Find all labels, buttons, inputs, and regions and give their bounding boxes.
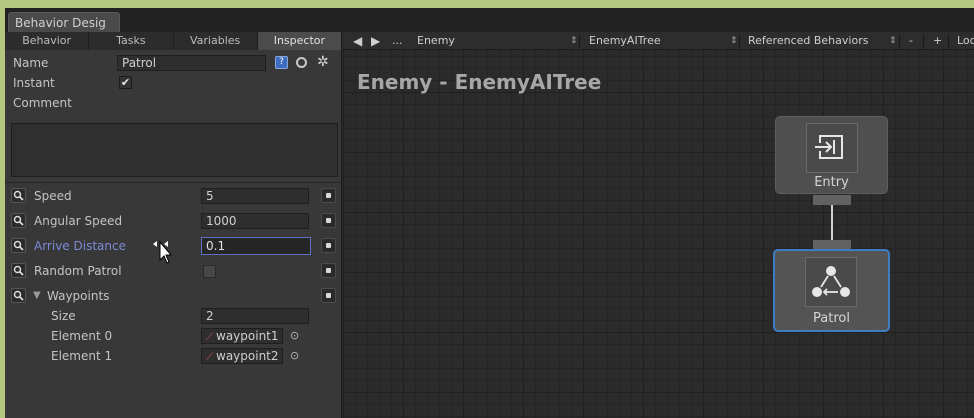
divider xyxy=(5,182,342,183)
dropdown-arrows-icon: ⇕ xyxy=(889,36,897,46)
property-row-angular-speed: Angular Speed 1000 xyxy=(5,211,342,231)
shared-variable-toggle[interactable] xyxy=(321,238,336,253)
property-row-arrive-distance: Arrive Distance 0.1 xyxy=(5,236,342,256)
variable-search-button[interactable] xyxy=(11,213,26,228)
object-dropdown[interactable]: Enemy xyxy=(417,32,455,50)
comment-textarea[interactable] xyxy=(11,123,338,177)
variable-search-button[interactable] xyxy=(11,188,26,203)
entry-icon xyxy=(806,123,858,173)
entry-output-connector[interactable] xyxy=(813,195,851,205)
behavior-designer-window: Behavior Desig Behavior Tasks Variables … xyxy=(5,8,974,418)
waypoint-element-row: Element 1 ⟋ waypoint2 ⊙ xyxy=(5,346,342,366)
tree-dropdown[interactable]: EnemyAITree xyxy=(589,32,661,50)
magnifier-icon xyxy=(13,265,24,276)
tab-inspector[interactable]: Inspector xyxy=(257,32,342,50)
forward-arrow-icon[interactable]: ▶ xyxy=(371,32,380,50)
property-label-highlighted: Arrive Distance xyxy=(34,239,126,253)
transform-icon: ⟋ xyxy=(206,352,213,363)
tab-behavior[interactable]: Behavior xyxy=(5,32,90,50)
toolbar-divider xyxy=(923,34,924,48)
patrol-icon xyxy=(805,257,857,307)
angular-speed-field[interactable]: 1000 xyxy=(201,213,309,229)
property-label[interactable]: Waypoints xyxy=(47,286,109,306)
magnifier-icon xyxy=(13,215,24,226)
node-link-line xyxy=(831,205,833,240)
name-field[interactable]: Patrol xyxy=(117,55,266,71)
panel-tab-bar: Behavior Tasks Variables Inspector xyxy=(5,32,342,50)
instant-checkbox[interactable]: ✔ xyxy=(119,76,132,89)
magnifier-icon xyxy=(13,240,24,251)
entry-node[interactable]: Entry xyxy=(775,116,888,194)
speed-field[interactable]: 5 xyxy=(201,188,309,204)
element-label: Element 0 xyxy=(51,329,113,343)
tab-variables[interactable]: Variables xyxy=(173,32,258,50)
dropdown-arrows-icon: ⇕ xyxy=(730,36,738,46)
help-icon[interactable]: ? xyxy=(275,56,288,69)
variable-search-button[interactable] xyxy=(11,288,26,303)
name-row: Name Patrol ? ✲ xyxy=(5,53,342,73)
graph-title: Enemy - EnemyAITree xyxy=(357,70,602,94)
comment-row: Comment xyxy=(5,93,342,113)
mouse-pointer-icon xyxy=(153,240,173,264)
instant-row: Instant ✔ xyxy=(5,73,342,93)
window-title-strip: Behavior Desig xyxy=(5,8,974,33)
object-field[interactable]: ⟋ waypoint1 xyxy=(201,328,283,344)
toolbar-divider xyxy=(579,34,580,48)
patrol-triangle-glyph xyxy=(812,266,850,297)
element-label: Element 1 xyxy=(51,349,113,363)
random-patrol-checkbox[interactable] xyxy=(203,265,216,278)
watch-toggle-icon[interactable] xyxy=(296,57,307,68)
ellipsis-button[interactable]: ... xyxy=(392,32,403,50)
node-label: Entry xyxy=(814,175,849,190)
remove-button[interactable]: - xyxy=(909,32,913,50)
property-label: Angular Speed xyxy=(34,214,123,228)
tab-tasks[interactable]: Tasks xyxy=(89,32,174,50)
toolbar-divider xyxy=(948,34,949,48)
referenced-behaviors-dropdown[interactable]: Referenced Behaviors xyxy=(748,32,868,50)
lock-button[interactable]: Loc xyxy=(957,32,974,50)
shared-variable-toggle[interactable] xyxy=(321,263,336,278)
waypoints-size-row: Size 2 xyxy=(5,306,342,326)
property-row-speed: Speed 5 xyxy=(5,186,342,206)
window-tab[interactable]: Behavior Desig xyxy=(8,12,120,33)
variable-search-button[interactable] xyxy=(11,238,26,253)
size-label: Size xyxy=(51,309,76,323)
property-row-random-patrol: Random Patrol xyxy=(5,261,342,281)
arrive-distance-field[interactable]: 0.1 xyxy=(201,237,311,255)
object-field-value: waypoint2 xyxy=(216,349,279,363)
variable-search-button[interactable] xyxy=(11,263,26,278)
entry-glyph xyxy=(815,135,843,159)
property-row-waypoints: ▼ Waypoints xyxy=(5,286,342,306)
transform-icon: ⟋ xyxy=(206,332,213,343)
instant-label: Instant xyxy=(13,76,55,90)
settings-gear-icon[interactable]: ✲ xyxy=(317,53,329,71)
name-label: Name xyxy=(13,56,49,70)
node-label: Patrol xyxy=(813,311,850,326)
dropdown-arrows-icon: ⇕ xyxy=(570,36,578,46)
comment-label: Comment xyxy=(13,96,72,110)
add-button[interactable]: + xyxy=(933,32,942,50)
property-label: Speed xyxy=(34,189,72,203)
shared-variable-toggle[interactable] xyxy=(321,288,336,303)
patrol-node[interactable]: Patrol xyxy=(773,249,890,332)
object-picker-icon[interactable]: ⊙ xyxy=(290,349,299,362)
shared-variable-toggle[interactable] xyxy=(321,188,336,203)
magnifier-icon xyxy=(13,290,24,301)
size-field[interactable]: 2 xyxy=(201,308,309,324)
waypoint-element-row: Element 0 ⟋ waypoint1 ⊙ xyxy=(5,326,342,346)
object-field-value: waypoint1 xyxy=(216,329,279,343)
foldout-arrow-icon[interactable]: ▼ xyxy=(33,286,41,306)
magnifier-icon xyxy=(13,190,24,201)
toolbar-divider xyxy=(739,34,740,48)
graph-toolbar: ◀ ▶ ... Enemy ⇕ EnemyAITree ⇕ Referenced… xyxy=(343,32,974,50)
back-arrow-icon[interactable]: ◀ xyxy=(353,32,362,50)
behavior-graph-canvas[interactable]: ◀ ▶ ... Enemy ⇕ EnemyAITree ⇕ Referenced… xyxy=(343,32,974,418)
inspector-panel: Behavior Tasks Variables Inspector Name … xyxy=(5,32,342,418)
property-label: Random Patrol xyxy=(34,264,122,278)
object-picker-icon[interactable]: ⊙ xyxy=(290,329,299,342)
toolbar-divider xyxy=(899,34,900,48)
shared-variable-toggle[interactable] xyxy=(321,213,336,228)
object-field[interactable]: ⟋ waypoint2 xyxy=(201,348,283,364)
